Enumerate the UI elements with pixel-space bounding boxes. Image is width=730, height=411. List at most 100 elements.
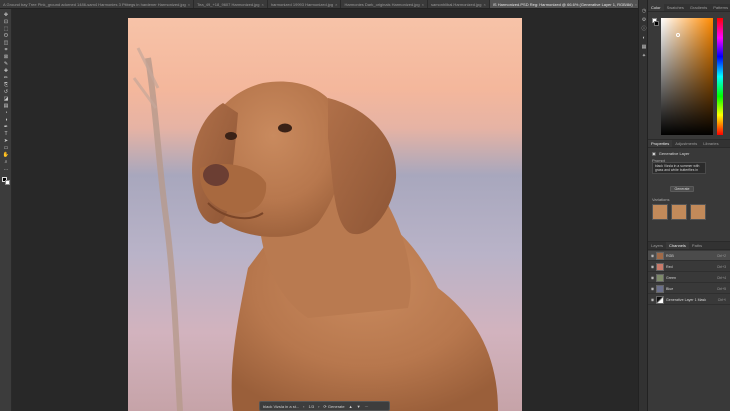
chevron-left-icon[interactable]: ‹ [303, 404, 304, 409]
crop-tool-icon[interactable]: ⌗ [2, 47, 10, 53]
generative-layer-icon: ▣ [652, 151, 656, 156]
tab-layers[interactable]: Layers [648, 242, 666, 249]
variation-thumbnail-2[interactable] [671, 204, 687, 220]
document-tab[interactable]: IS Harmonized.PSD Reg: Harmonized @ 66.6… [489, 0, 638, 8]
brush-tool-icon[interactable]: ✏ [2, 75, 10, 81]
channel-name: RGB [666, 254, 674, 258]
history-icon[interactable]: ◷ [641, 8, 647, 14]
clone-stamp-icon[interactable]: ⎘ [2, 82, 10, 88]
document-tab-label: harmonized 19993 Harmonized.jpg [270, 2, 334, 7]
dodge-tool-icon[interactable]: ◑ [2, 117, 10, 123]
chevron-right-icon[interactable]: › [318, 404, 319, 409]
close-icon[interactable]: × [422, 2, 424, 7]
channels-panel: Layers Channels Paths ◉ RGB Ctrl+2 ◉ Red Ctrl+3… [648, 241, 730, 411]
close-icon[interactable]: × [635, 2, 637, 7]
hand-tool-icon[interactable]: ✋ [2, 152, 10, 158]
generate-button[interactable]: ⟳ Generate [323, 404, 344, 409]
panel-background-swatch[interactable] [654, 21, 659, 26]
document-tab[interactable]: Harmonies Dark_originals Harmonized.jpg × [341, 0, 428, 8]
channel-thumbnail [656, 296, 664, 304]
document-tab[interactable]: samonhlibal.Harmonized.jpg × [428, 0, 490, 8]
variation-thumbnail-1[interactable] [652, 204, 668, 220]
generate-label: Generate [327, 403, 345, 409]
properties-icon[interactable]: ⚙ [641, 17, 647, 23]
type-tool-icon[interactable]: T [2, 131, 10, 137]
tools-toolbar: ✥ ⊡ ⬚ ʘ ◫ ⌗ ⊠ ✎ ✚ ✏ ⎘ ↺ ◪ ▤ ◔ ◑ ✒ T ➤ ▭ ✋ ⌕… [0, 9, 12, 411]
close-icon[interactable]: × [335, 2, 337, 7]
channel-name: Blue [666, 287, 674, 291]
move-tool-icon[interactable]: ✥ [2, 12, 10, 18]
marquee-tool-icon[interactable]: ⬚ [2, 26, 10, 32]
close-icon[interactable]: × [483, 2, 485, 7]
canvas-workspace[interactable] [12, 9, 638, 411]
eye-icon[interactable]: ◉ [650, 286, 655, 291]
tab-color[interactable]: Color [648, 4, 664, 11]
channel-shortcut: Ctrl+5 [716, 287, 726, 291]
document-tab-label: A Ground bay Tree Pink_ground adorned 14… [3, 2, 186, 7]
zoom-tool-icon[interactable]: ⌕ [2, 159, 10, 165]
channel-row[interactable]: ◉ Blue Ctrl+5 [648, 284, 730, 294]
tab-channels[interactable]: Channels [666, 242, 689, 249]
document-tab[interactable]: Tea_49_+18_9607 Harmonized.jpg × [194, 0, 268, 8]
tab-gradients[interactable]: Gradients [687, 4, 710, 11]
eye-icon[interactable]: ◉ [650, 297, 655, 302]
variation-thumbnail-3[interactable] [690, 204, 706, 220]
properties-panel-tabs: Properties Adjustments Libraries [648, 140, 730, 148]
tab-libraries[interactable]: Libraries [700, 140, 721, 147]
document-tab[interactable]: harmonized 19993 Harmonized.jpg × [268, 0, 342, 8]
channel-row[interactable]: ◉ Green Ctrl+4 [648, 273, 730, 283]
channel-shortcut: Ctrl+4 [716, 276, 726, 280]
channel-row[interactable]: ◉ Red Ctrl+3 [648, 262, 730, 272]
more-tools-icon[interactable]: … [2, 166, 10, 172]
variations-label: Variations [652, 197, 670, 202]
channels-icon[interactable]: ▦ [641, 44, 647, 50]
close-icon[interactable]: × [262, 2, 264, 7]
properties-header: ▣ Generative Layer [652, 151, 689, 156]
artboard-tool-icon[interactable]: ⊡ [2, 19, 10, 25]
blur-tool-icon[interactable]: ◔ [2, 110, 10, 116]
adjustments-icon[interactable]: ◐ [641, 35, 647, 41]
eye-icon[interactable]: ◉ [650, 253, 655, 258]
thumb-up-icon[interactable]: ▲ [349, 404, 353, 409]
channel-shortcut: Ctrl+3 [716, 265, 726, 269]
color-saturation-field[interactable] [661, 18, 713, 135]
color-panel: Color Swatches Gradients Patterns [648, 4, 730, 138]
background-color-swatch[interactable] [5, 180, 10, 185]
pen-tool-icon[interactable]: ✒ [2, 124, 10, 130]
eraser-tool-icon[interactable]: ◪ [2, 96, 10, 102]
prompt-input[interactable]: black Vizsla in a st... [263, 404, 299, 409]
document-tab[interactable]: A Ground bay Tree Pink_ground adorned 14… [0, 0, 195, 8]
paths-icon[interactable]: ✦ [641, 53, 647, 59]
tab-paths[interactable]: Paths [689, 242, 705, 249]
channel-thumbnail [656, 285, 664, 293]
channel-thumbnail [656, 263, 664, 271]
tab-swatches[interactable]: Swatches [664, 4, 687, 11]
eye-icon[interactable]: ◉ [650, 264, 655, 269]
gradient-tool-icon[interactable]: ▤ [2, 103, 10, 109]
history-brush-icon[interactable]: ↺ [2, 89, 10, 95]
path-select-icon[interactable]: ➤ [2, 138, 10, 144]
rectangle-tool-icon[interactable]: ▭ [2, 145, 10, 151]
object-select-tool-icon[interactable]: ◫ [2, 40, 10, 46]
tab-properties[interactable]: Properties [648, 140, 673, 147]
healing-brush-icon[interactable]: ✚ [2, 68, 10, 74]
document-tab-label: IS Harmonized.PSD Reg: Harmonized @ 66.6… [492, 2, 633, 7]
tab-adjustments[interactable]: Adjustments [672, 140, 700, 147]
more-icon[interactable]: ⋯ [365, 404, 369, 409]
tab-patterns[interactable]: Patterns [710, 4, 730, 11]
canvas-image[interactable] [128, 18, 522, 411]
channel-row[interactable]: ◉ Generative Layer 1 Mask Ctrl+\ [648, 295, 730, 305]
lasso-tool-icon[interactable]: ʘ [2, 33, 10, 39]
eye-icon[interactable]: ◉ [650, 275, 655, 280]
hue-slider[interactable] [717, 18, 723, 135]
close-icon[interactable]: × [188, 2, 190, 7]
color-picker-ring[interactable] [676, 33, 680, 37]
properties-generate-button[interactable]: Generate [670, 186, 694, 192]
prompt-textarea[interactable]: black Vizsla in a summer with grass and … [652, 162, 706, 174]
channel-row[interactable]: ◉ RGB Ctrl+2 [648, 251, 730, 261]
channel-shortcut: Ctrl+2 [716, 254, 726, 258]
frame-tool-icon[interactable]: ⊠ [2, 54, 10, 60]
thumb-down-icon[interactable]: ▼ [357, 404, 361, 409]
eyedropper-tool-icon[interactable]: ✎ [2, 61, 10, 67]
info-icon[interactable]: ⓘ [641, 26, 647, 32]
